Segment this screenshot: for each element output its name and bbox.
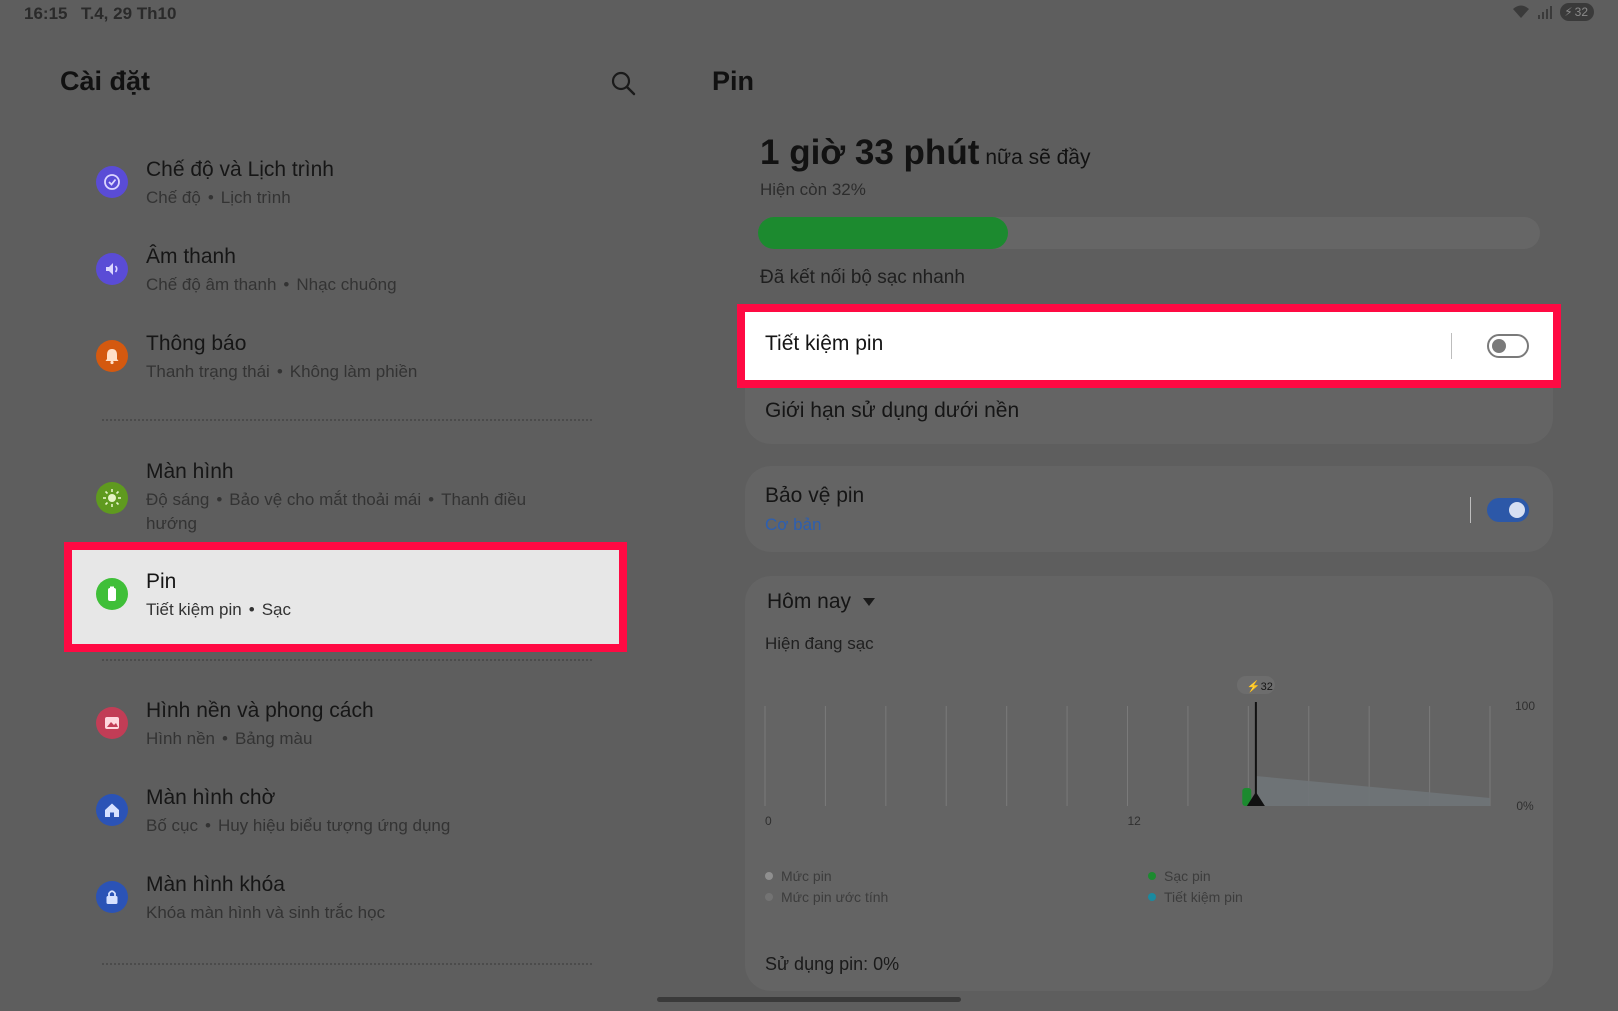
time-to-full: 1 giờ 33 phút nữa sẽ đầy: [760, 133, 1091, 172]
menu-title: Chế độ và Lịch trình: [146, 158, 334, 181]
vertical-separator: [1470, 497, 1471, 523]
volume-icon: [96, 253, 128, 285]
chevron-down-icon: [863, 598, 876, 606]
legend-dot: [765, 893, 773, 901]
menu-title: Màn hình: [146, 460, 234, 483]
estimated-area: [1255, 776, 1490, 806]
menu-title: Âm thanh: [146, 245, 236, 268]
battery-protection-label: Bảo vệ pin: [765, 484, 865, 507]
power-saving-label: Tiết kiệm pin: [765, 332, 884, 355]
battery-usage-card: Hôm nay Hiện đang sạc ⚡32 0 12 100 0% Mức pi…: [745, 576, 1553, 991]
detail-title: Pin: [712, 66, 755, 96]
divider: [102, 963, 592, 965]
menu-subtitle: Hình nền • Bảng màu: [146, 729, 313, 748]
menu-title: Pin: [146, 570, 177, 593]
background-limits-item[interactable]: Giới hạn sử dụng dưới nền: [765, 399, 1019, 423]
menu-title: Hình nền và phong cách: [146, 699, 374, 722]
home-icon: [96, 794, 128, 826]
divider: [102, 419, 592, 421]
vertical-separator: [1451, 333, 1452, 359]
search-icon[interactable]: [610, 70, 638, 98]
sun-icon: [96, 482, 128, 514]
status-date: T.4, 29 Th10: [81, 4, 177, 23]
period-dropdown[interactable]: Hôm nay: [767, 590, 876, 614]
menu-subtitle: Độ sáng • Bảo vệ cho mắt thoải mái • Thanh đ…: [146, 490, 527, 533]
charging-status: Hiện đang sạc: [765, 634, 874, 653]
battery-protection-toggle[interactable]: [1487, 498, 1529, 522]
y-tick-label: 0%: [1516, 799, 1534, 813]
legend-dot: [1148, 872, 1156, 880]
battery-chart: ⚡32 0 12 100 0%: [764, 676, 1535, 828]
settings-item-display[interactable]: Màn hình Độ sáng • Bảo vệ cho mắt thoải má…: [78, 460, 618, 538]
wifi-icon: [1513, 5, 1530, 18]
menu-subtitle: Chế độ âm thanh • Nhạc chuông: [146, 275, 397, 294]
page-title: Cài đặt: [60, 66, 151, 96]
legend-dot: [1148, 893, 1156, 901]
legend-estimated-level: Mức pin ước tính: [765, 889, 888, 905]
battery-icon: [96, 578, 128, 610]
status-icons: ⚡ 32: [1512, 3, 1594, 21]
battery-level: 32: [1574, 5, 1588, 19]
schedule-icon: [96, 166, 128, 198]
battery-usage-total: Sử dụng pin: 0%: [765, 954, 900, 974]
menu-subtitle: Tiết kiệm pin • Sạc: [146, 600, 291, 619]
divider: [102, 659, 592, 661]
home-indicator[interactable]: [657, 997, 961, 1002]
settings-item-lock-screen[interactable]: Màn hình khóa Khóa màn hình và sinh trắc…: [78, 873, 618, 945]
menu-title: Thông báo: [146, 332, 247, 355]
legend-battery-level: Mức pin: [765, 868, 832, 884]
menu-title: Màn hình chờ: [146, 786, 276, 809]
battery-protection-card[interactable]: Bảo vệ pin Cơ bản: [745, 466, 1553, 552]
settings-item-sound[interactable]: Âm thanh Chế độ âm thanh • Nhạc chuông: [78, 245, 618, 317]
menu-subtitle: Khóa màn hình và sinh trắc học: [146, 903, 386, 922]
bolt-icon: ⚡: [1564, 5, 1573, 19]
bell-icon: [96, 340, 128, 372]
menu-subtitle: Thanh trạng thái • Không làm phiền: [146, 362, 418, 381]
wallpaper-icon: [96, 707, 128, 739]
y-tick-label: 100: [1515, 699, 1535, 713]
settings-item-modes[interactable]: Chế độ và Lịch trình Chế độ • Lịch trình: [78, 158, 618, 230]
settings-item-notifications[interactable]: Thông báo Thanh trạng thái • Không làm phi…: [78, 332, 618, 404]
battery-progress-bar: [758, 217, 1540, 249]
settings-item-wallpaper[interactable]: Hình nền và phong cách Hình nền • Bảng màu: [78, 699, 618, 771]
legend-dot: [765, 872, 773, 880]
menu-subtitle: Bố cục • Huy hiệu biểu tượng ứng dụng: [146, 816, 451, 835]
legend-power-saving: Tiết kiệm pin: [1148, 889, 1243, 905]
x-tick-label: 12: [1128, 814, 1142, 828]
menu-title: Màn hình khóa: [146, 873, 285, 896]
legend-charging: Sạc pin: [1148, 868, 1211, 884]
menu-subtitle: Chế độ • Lịch trình: [146, 188, 291, 207]
battery-indicator: ⚡ 32: [1560, 3, 1594, 21]
battery-progress-fill: [758, 217, 1009, 249]
power-saving-toggle[interactable]: [1487, 334, 1529, 358]
signal-icon: [1538, 6, 1553, 19]
battery-protection-mode: Cơ bản: [765, 515, 822, 534]
x-tick-label: 0: [765, 814, 772, 828]
lock-icon: [96, 881, 128, 913]
battery-remaining: Hiện còn 32%: [760, 180, 866, 199]
power-saving-row[interactable]: Tiết kiệm pin: [737, 304, 1561, 388]
status-bar: 16:15 T.4, 29 Th10 ⚡ 32: [0, 0, 1618, 28]
settings-item-home-screen[interactable]: Màn hình chờ Bố cục • Huy hiệu biểu tượng …: [78, 786, 618, 858]
settings-item-battery[interactable]: Pin Tiết kiệm pin • Sạc: [78, 570, 618, 632]
status-time: 16:15: [24, 4, 68, 23]
marker-label: ⚡32: [1247, 680, 1273, 693]
charger-status: Đã kết nối bộ sạc nhanh: [760, 267, 965, 288]
